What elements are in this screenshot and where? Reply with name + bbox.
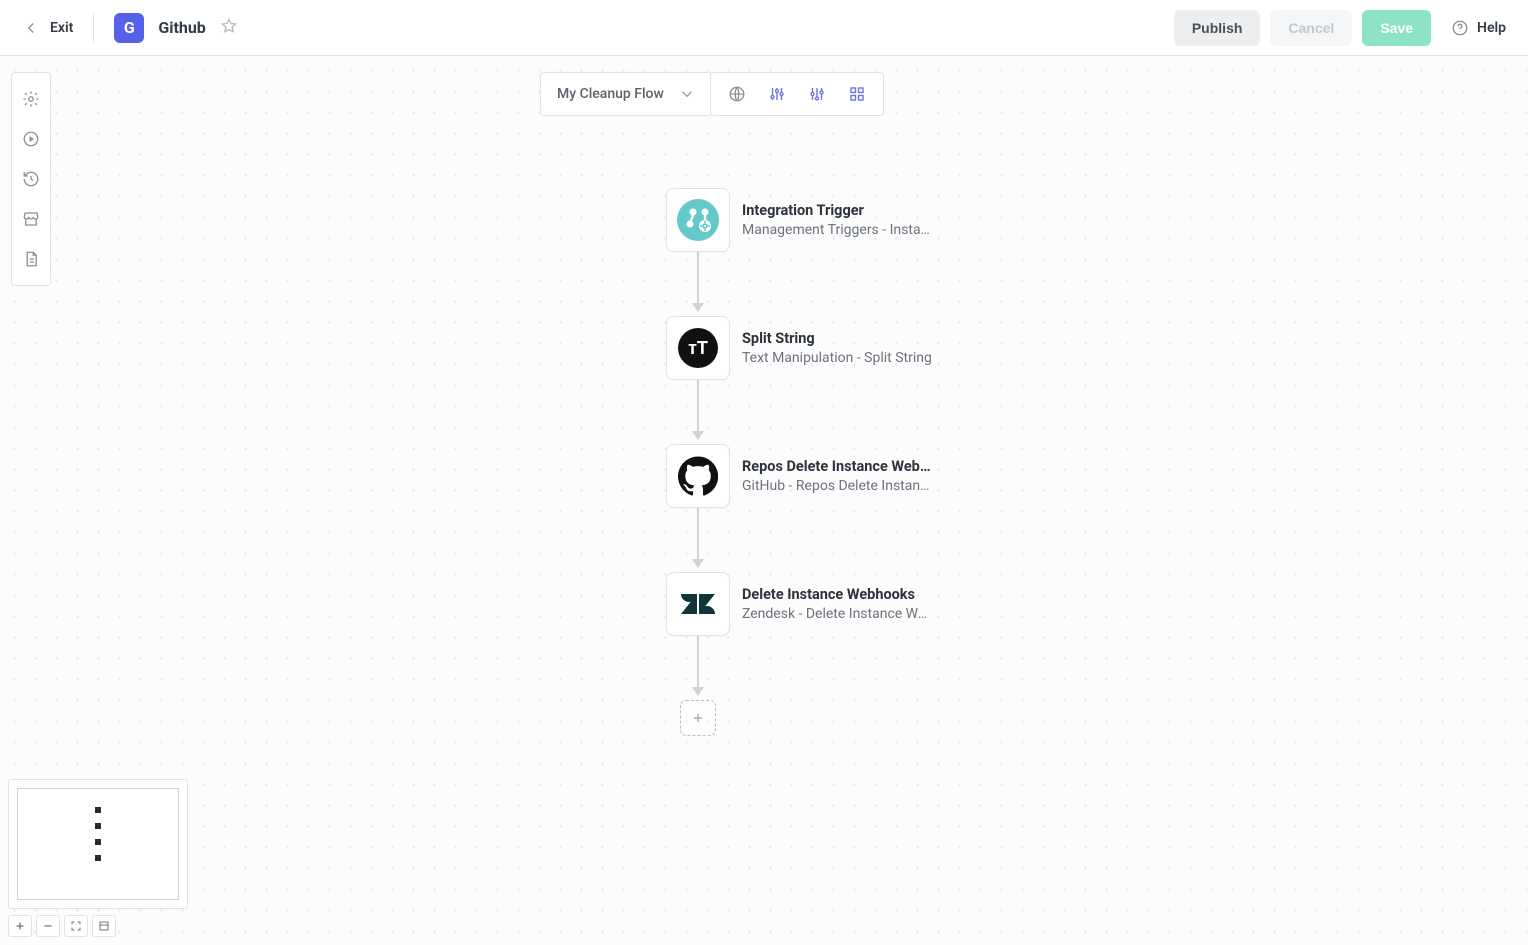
minimap-view[interactable] — [8, 779, 188, 909]
document-icon — [22, 250, 40, 268]
svg-text:тT: тT — [688, 338, 708, 358]
zoom-lock-button[interactable] — [92, 915, 116, 937]
mode-globe[interactable] — [717, 74, 757, 114]
canvas[interactable]: My Cleanup Flow — [0, 56, 1528, 945]
mode-grid[interactable] — [837, 74, 877, 114]
rail-history[interactable] — [11, 159, 51, 199]
step-node-github[interactable] — [666, 444, 730, 508]
grid-icon — [848, 85, 866, 103]
mode-config1[interactable] — [757, 74, 797, 114]
step-node-zendesk[interactable] — [666, 572, 730, 636]
mode-bar — [710, 72, 884, 116]
step-subtitle: Zendesk - Delete Instance We… — [742, 606, 932, 622]
store-icon — [22, 210, 40, 228]
topbar: Exit G Github Publish Cancel Save Help — [0, 0, 1528, 56]
cancel-button: Cancel — [1270, 10, 1352, 46]
chevron-down-icon — [678, 85, 696, 103]
add-step-button[interactable] — [680, 700, 716, 736]
app-badge: G — [114, 13, 144, 43]
step-node-trigger[interactable] — [666, 188, 730, 252]
publish-button[interactable]: Publish — [1174, 10, 1261, 46]
plus-icon — [14, 920, 26, 932]
flow-edge — [666, 636, 730, 700]
layout-icon — [98, 920, 110, 932]
zoom-out-button[interactable] — [36, 915, 60, 937]
zoom-in-button[interactable] — [8, 915, 32, 937]
flow-select-label: My Cleanup Flow — [557, 86, 664, 102]
flow-edge — [666, 252, 730, 316]
rail-run[interactable] — [11, 119, 51, 159]
step-title: Split String — [742, 330, 932, 347]
step-title: Delete Instance Webhooks — [742, 586, 932, 603]
help-icon — [1451, 19, 1469, 37]
step-title: Repos Delete Instance Webho… — [742, 458, 932, 475]
step-subtitle: Text Manipulation - Split String — [742, 350, 932, 366]
rail-settings[interactable] — [11, 79, 51, 119]
flow-step: Delete Instance Webhooks Zendesk - Delet… — [666, 572, 1066, 636]
save-button[interactable]: Save — [1362, 10, 1431, 46]
step-subtitle: Management Triggers - Insta… — [742, 222, 930, 238]
zoom-controls — [8, 915, 188, 937]
tool-rail — [11, 72, 51, 286]
help-label: Help — [1477, 20, 1506, 36]
minimap — [8, 779, 188, 937]
exit-button[interactable]: Exit — [22, 19, 73, 37]
page-title: Github — [158, 18, 205, 37]
flow-select[interactable]: My Cleanup Flow — [540, 72, 713, 116]
exit-label: Exit — [50, 20, 73, 36]
plus-icon — [691, 711, 705, 725]
sliders-icon — [808, 85, 826, 103]
favorite-button[interactable] — [220, 17, 238, 39]
text-icon: тT — [677, 327, 719, 369]
flow-step: тT Split String Text Manipulation - Spli… — [666, 316, 1066, 380]
zendesk-icon — [678, 584, 718, 624]
flow-edge — [666, 380, 730, 444]
mode-config2[interactable] — [797, 74, 837, 114]
flow-step: Integration Trigger Management Triggers … — [666, 188, 1066, 252]
minus-icon — [42, 920, 54, 932]
zoom-fit-button[interactable] — [64, 915, 88, 937]
divider — [93, 14, 94, 42]
play-icon — [22, 130, 40, 148]
help-button[interactable]: Help — [1451, 19, 1506, 37]
github-icon — [678, 456, 718, 496]
step-subtitle: GitHub - Repos Delete Instan… — [742, 478, 932, 494]
flow-column: Integration Trigger Management Triggers … — [666, 188, 1066, 736]
step-title: Integration Trigger — [742, 202, 930, 219]
fullscreen-icon — [70, 920, 82, 932]
sliders-icon — [768, 85, 786, 103]
flow-step: Repos Delete Instance Webho… GitHub - Re… — [666, 444, 1066, 508]
flow-edge — [666, 508, 730, 572]
step-node-split[interactable]: тT — [666, 316, 730, 380]
star-icon — [220, 17, 238, 35]
gear-icon — [22, 90, 40, 108]
rail-marketplace[interactable] — [11, 199, 51, 239]
chevron-left-icon — [22, 19, 40, 37]
history-icon — [22, 170, 40, 188]
rail-docs[interactable] — [11, 239, 51, 279]
globe-icon — [728, 85, 746, 103]
integration-icon — [676, 198, 720, 242]
